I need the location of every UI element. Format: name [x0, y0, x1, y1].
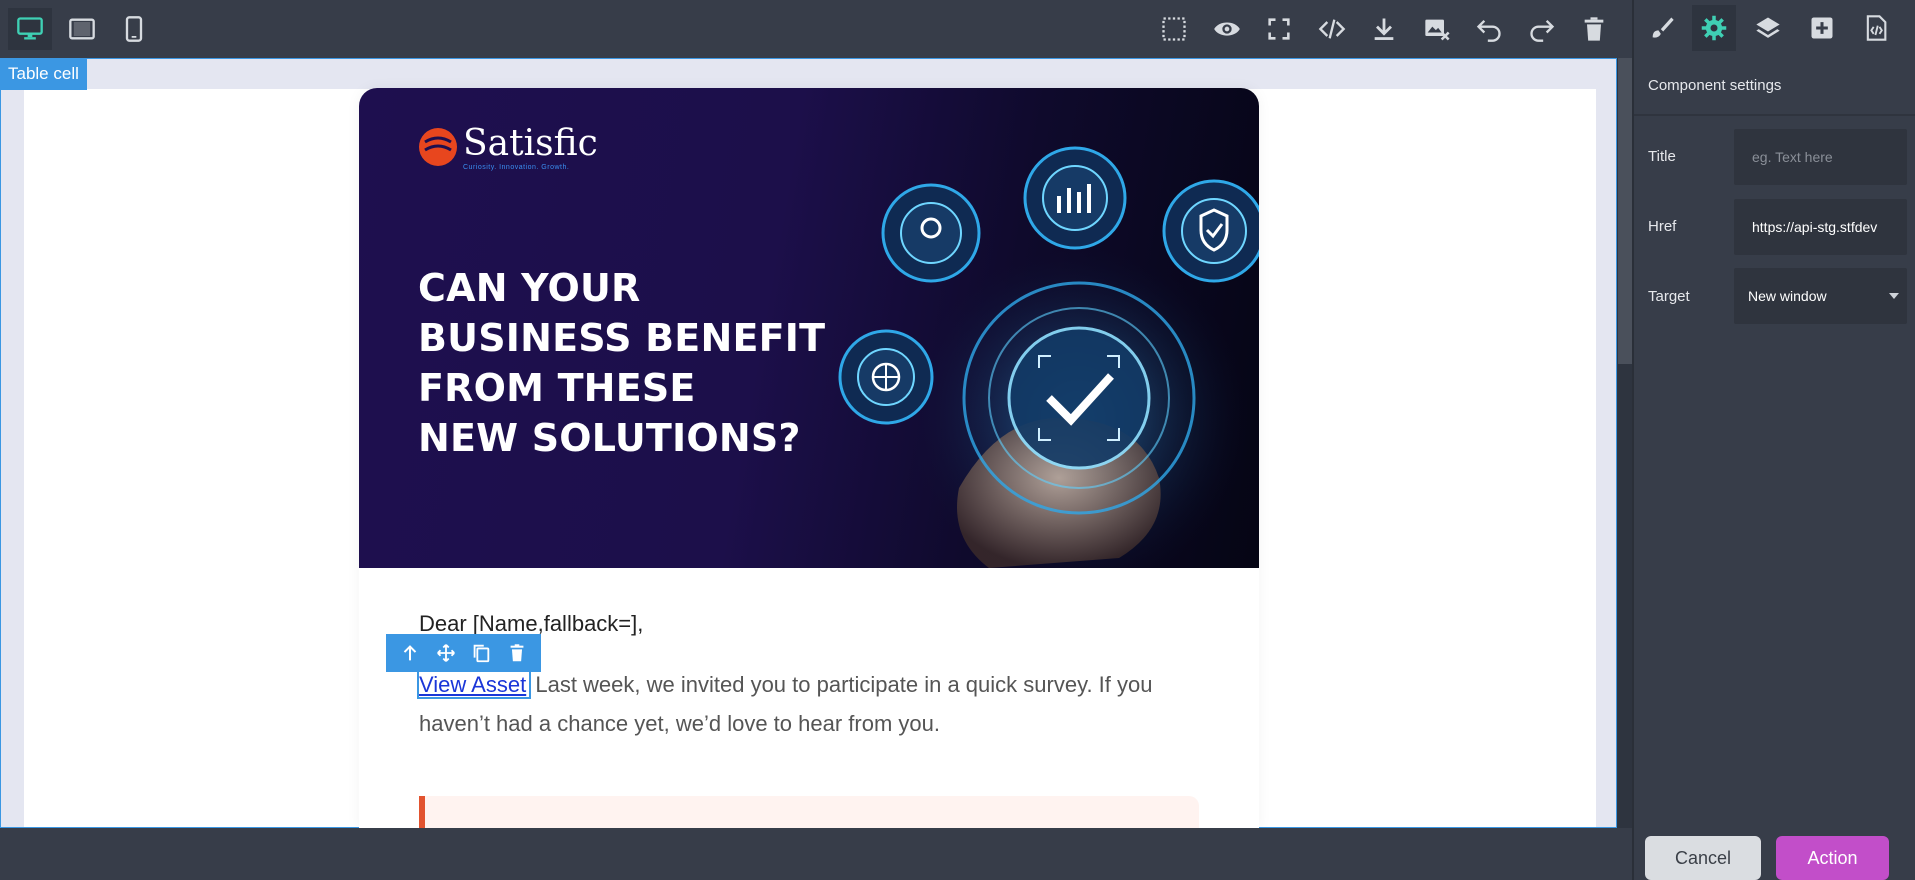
clear-canvas-button[interactable]	[1572, 8, 1616, 50]
panel-tabs	[1634, 0, 1915, 58]
show-borders-button[interactable]	[1152, 8, 1196, 50]
href-input[interactable]: https://api-stg.stfdev	[1734, 199, 1907, 255]
view-code-button[interactable]	[1310, 8, 1354, 50]
settings-panel: Component settings Title eg. Text here H…	[1632, 0, 1915, 880]
mobile-icon	[125, 16, 143, 42]
target-select[interactable]: New window	[1734, 268, 1907, 324]
brush-icon	[1652, 17, 1674, 38]
title-input[interactable]: eg. Text here	[1734, 129, 1907, 185]
panel-divider	[1634, 114, 1915, 116]
email-body-paragraph[interactable]: View Asset Last week, we invited you to …	[416, 665, 1219, 743]
preview-button[interactable]	[1205, 8, 1249, 50]
view-asset-link[interactable]: View Asset	[416, 670, 532, 699]
select-outline-icon	[1162, 17, 1186, 41]
move-icon[interactable]	[435, 642, 457, 664]
logo-text: Satisfic	[463, 123, 598, 164]
fullscreen-icon	[1268, 18, 1290, 40]
tablet-icon	[69, 18, 95, 40]
tab-component-settings[interactable]	[1692, 5, 1736, 51]
callout-box[interactable]	[419, 796, 1199, 828]
logo-mark-icon	[419, 128, 457, 166]
undo-icon	[1476, 20, 1501, 42]
top-toolbar	[0, 0, 1632, 58]
device-tablet-button[interactable]	[60, 8, 104, 50]
device-mobile-button[interactable]	[112, 8, 156, 50]
hero-banner-image[interactable]: Satisfic Curiosity. Innovation. Growth. …	[359, 88, 1259, 568]
tab-custom-code[interactable]	[1854, 5, 1898, 51]
tab-layer-manager[interactable]	[1746, 5, 1790, 51]
download-icon	[1374, 18, 1394, 40]
undo-button[interactable]	[1467, 8, 1511, 50]
selected-component-badge: Table cell	[0, 58, 87, 90]
bottom-bar	[0, 828, 1632, 880]
hero-headline: CAN YOUR BUSINESS BENEFIT FROM THESE NEW…	[418, 263, 838, 463]
redo-button[interactable]	[1520, 8, 1564, 50]
export-button[interactable]	[1362, 8, 1406, 50]
trash-icon	[1584, 17, 1604, 41]
copy-icon[interactable]	[470, 642, 492, 664]
canvas-scrollbar-thumb[interactable]	[1618, 58, 1632, 364]
action-button[interactable]: Action	[1776, 836, 1889, 880]
remove-images-button[interactable]	[1415, 8, 1459, 50]
desktop-icon	[17, 17, 43, 40]
component-toolbar	[386, 634, 541, 672]
headline-line: BUSINESS BENEFIT	[418, 316, 826, 360]
body-text: Last week, we invited you to participate…	[419, 672, 1153, 736]
headline-line: FROM THESE	[418, 366, 696, 410]
tab-blocks[interactable]	[1800, 5, 1844, 51]
device-desktop-button[interactable]	[8, 8, 52, 50]
href-trait-label: Href	[1648, 218, 1677, 235]
layers-icon	[1756, 17, 1780, 38]
add-block-icon	[1811, 17, 1833, 39]
select-parent-icon[interactable]	[399, 642, 421, 664]
target-trait-label: Target	[1648, 288, 1690, 305]
cancel-button[interactable]: Cancel	[1645, 836, 1761, 880]
fullscreen-button[interactable]	[1257, 8, 1301, 50]
preview-eye-icon	[1214, 22, 1240, 36]
chevron-down-icon	[1889, 293, 1899, 299]
custom-code-icon	[1866, 15, 1887, 41]
panel-title: Component settings	[1648, 77, 1782, 94]
gear-icon	[1701, 15, 1727, 41]
email-container[interactable]: Satisfic Curiosity. Innovation. Growth. …	[359, 88, 1259, 828]
headline-line: NEW SOLUTIONS?	[418, 416, 801, 460]
satisfic-logo: Satisfic Curiosity. Innovation. Growth.	[417, 124, 598, 171]
redo-icon	[1530, 20, 1555, 42]
code-icon	[1318, 19, 1346, 39]
logo-tagline: Curiosity. Innovation. Growth.	[463, 164, 570, 171]
headline-line: CAN YOUR	[418, 266, 641, 310]
delete-icon[interactable]	[506, 642, 528, 664]
remove-image-icon	[1425, 19, 1450, 41]
target-select-value: New window	[1748, 288, 1827, 304]
title-trait-label: Title	[1648, 148, 1676, 165]
tab-style-manager[interactable]	[1640, 5, 1684, 51]
